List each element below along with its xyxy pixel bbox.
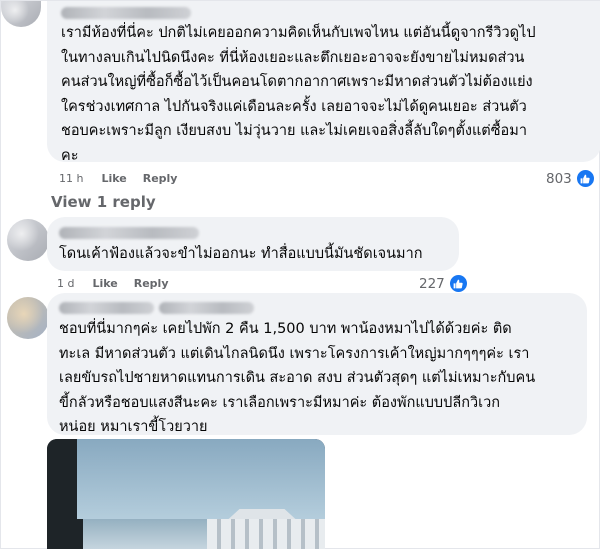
comment-meta: 1 d Like Reply [57,277,185,290]
comment-attached-photo[interactable] [47,439,325,549]
reaction-count[interactable]: 227 [419,273,469,294]
like-reaction-icon [447,273,469,294]
reply-button[interactable]: Reply [134,277,169,290]
commenter-name-blurred [159,302,254,314]
photo-building [207,519,325,549]
commenter-name-blurred[interactable] [59,302,154,314]
comment-timestamp[interactable]: 1 d [57,277,74,290]
avatar[interactable] [1,1,41,27]
comment-meta: 11 h Like Reply [59,172,193,185]
photo-sky [77,439,325,519]
reply-button[interactable]: Reply [143,172,178,185]
like-button[interactable]: Like [92,277,117,290]
like-button[interactable]: Like [101,172,126,185]
avatar[interactable] [7,297,49,339]
view-replies-link[interactable]: View 1 reply [51,193,156,211]
avatar[interactable] [7,219,49,261]
comment-text: โดนเค้าฟ้องแล้วจะขำไม่ออกนะ ทำสื่อแบบนี้… [59,246,423,262]
comment-text: เรามีห้องที่นี่คะ ปกติไม่เคยออกความคิดเห… [61,25,536,164]
commenter-name-blurred[interactable] [59,227,199,239]
like-reaction-icon [574,168,596,189]
commenter-name-blurred[interactable] [61,7,191,19]
comment-text: ชอบที่นี่มากๆค่ะ เคยไปพัก 2 คืน 1,500 บา… [59,321,536,435]
comments-section: เรามีห้องที่นี่คะ ปกติไม่เคยออกความคิดเห… [0,0,600,549]
comment-timestamp[interactable]: 11 h [59,172,83,185]
reaction-count[interactable]: 803 [546,168,596,189]
